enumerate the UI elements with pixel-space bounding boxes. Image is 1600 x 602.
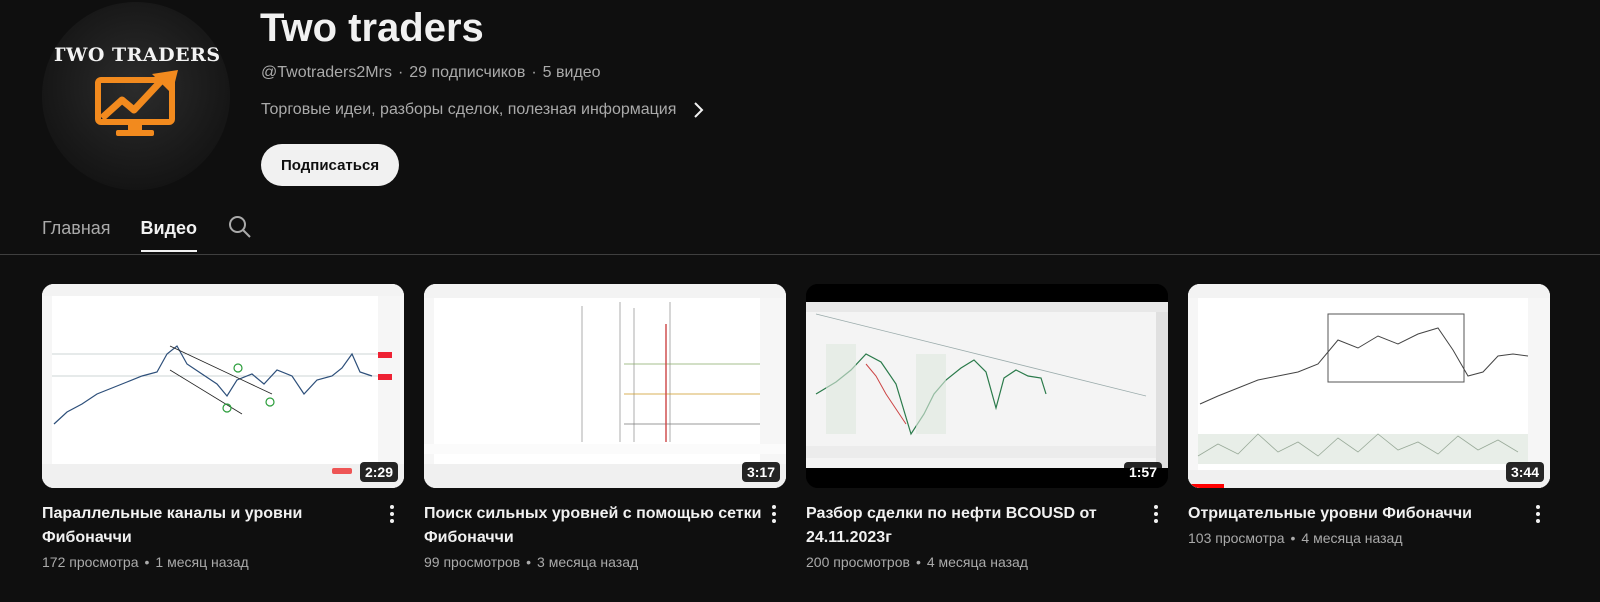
video-thumbnail[interactable]: 3:44 <box>1188 284 1550 488</box>
chevron-right-icon <box>692 101 704 119</box>
meta-separator: · <box>531 64 537 81</box>
channel-meta: @Twotraders2Mrs · 29 подписчиков · 5 видео <box>261 64 601 82</box>
chart-thumbnail-image <box>42 284 404 488</box>
video-duration: 3:17 <box>741 462 780 482</box>
meta-dot: • <box>915 554 921 570</box>
video-views: 99 просмотров <box>424 554 521 570</box>
avatar-logo-text: TWO TRADERS <box>51 44 221 66</box>
video-meta: 172 просмотра • 1 месяц назад <box>42 554 380 570</box>
video-card[interactable]: 3:17 Поиск сильных уровней с помощью сет… <box>424 284 786 570</box>
more-vert-icon[interactable] <box>380 502 404 570</box>
video-views: 103 просмотра <box>1188 530 1285 546</box>
channel-tabs: Главная Видео <box>42 200 253 254</box>
tab-videos[interactable]: Видео <box>140 200 197 252</box>
video-age: 4 месяца назад <box>926 554 1028 570</box>
channel-description-text: Торговые идеи, разборы сделок, полезная … <box>261 101 677 118</box>
video-meta: 103 просмотра • 4 месяца назад <box>1188 530 1526 546</box>
video-card[interactable]: 3:44 Отрицательные уровни Фибоначчи 103 … <box>1188 284 1550 570</box>
video-thumbnail[interactable]: 2:29 <box>42 284 404 488</box>
video-duration: 1:57 <box>1123 462 1162 482</box>
video-duration: 3:44 <box>1505 462 1544 482</box>
video-age: 3 месяца назад <box>537 554 639 570</box>
more-vert-icon[interactable] <box>1526 502 1550 546</box>
video-grid: 2:29 Параллельные каналы и уровни Фибона… <box>42 284 1550 570</box>
video-views: 200 просмотров <box>806 554 910 570</box>
meta-dot: • <box>144 554 150 570</box>
chart-thumbnail-image <box>1188 284 1550 488</box>
video-card[interactable]: 2:29 Параллельные каналы и уровни Фибона… <box>42 284 404 570</box>
channel-description[interactable]: Торговые идеи, разборы сделок, полезная … <box>261 101 704 119</box>
video-title[interactable]: Отрицательные уровни Фибоначчи <box>1188 502 1526 526</box>
chart-thumbnail-image <box>806 284 1168 488</box>
watch-progress-bar <box>1188 484 1225 488</box>
more-vert-icon[interactable] <box>762 502 786 570</box>
meta-dot: • <box>1290 530 1296 546</box>
video-card[interactable]: 1:57 Разбор сделки по нефти BCOUSD от 24… <box>806 284 1168 570</box>
video-views: 172 просмотра <box>42 554 139 570</box>
video-title[interactable]: Разбор сделки по нефти BCOUSD от 24.11.2… <box>806 502 1144 550</box>
video-title[interactable]: Параллельные каналы и уровни Фибоначчи <box>42 502 380 550</box>
chart-thumbnail-image <box>424 284 786 488</box>
video-title[interactable]: Поиск сильных уровней с помощью сетки Фи… <box>424 502 762 550</box>
chart-monitor-icon <box>95 70 178 136</box>
channel-avatar[interactable]: TWO TRADERS <box>42 2 230 190</box>
channel-handle: @Twotraders2Mrs <box>261 64 392 81</box>
subscriber-count: 29 подписчиков <box>409 64 526 81</box>
meta-separator: · <box>397 64 404 81</box>
search-icon[interactable] <box>227 200 253 245</box>
tabs-divider <box>0 254 1600 255</box>
video-age: 1 месяц назад <box>155 554 249 570</box>
video-meta: 99 просмотров • 3 месяца назад <box>424 554 762 570</box>
video-thumbnail[interactable]: 1:57 <box>806 284 1168 488</box>
meta-dot: • <box>526 554 532 570</box>
subscribe-button[interactable]: Подписаться <box>261 144 400 186</box>
video-meta: 200 просмотров • 4 месяца назад <box>806 554 1144 570</box>
video-age: 4 месяца назад <box>1301 530 1403 546</box>
channel-title: Two traders <box>260 6 484 50</box>
more-vert-icon[interactable] <box>1144 502 1168 570</box>
video-thumbnail[interactable]: 3:17 <box>424 284 786 488</box>
tab-home[interactable]: Главная <box>42 200 111 252</box>
video-count: 5 видео <box>542 64 601 81</box>
video-duration: 2:29 <box>359 462 398 482</box>
